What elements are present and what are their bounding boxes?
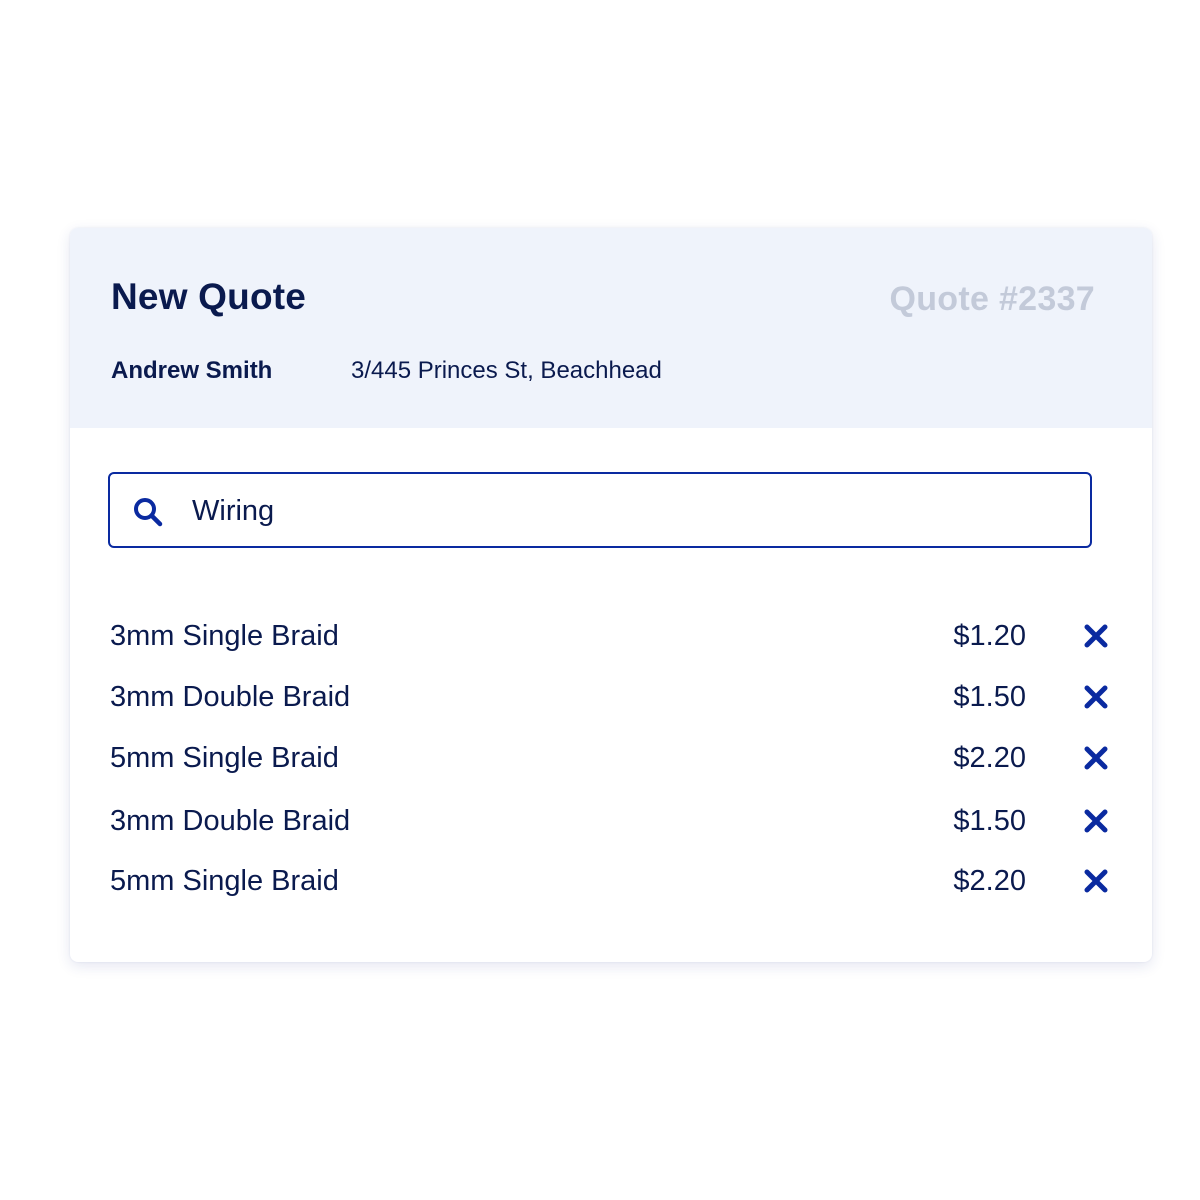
item-name: 3mm Double Braid bbox=[110, 805, 351, 837]
item-price: $1.50 bbox=[953, 681, 1026, 713]
list-item: 5mm Single Braid $2.20 bbox=[110, 861, 1112, 901]
close-icon bbox=[1084, 685, 1108, 709]
list-item: 5mm Single Braid $2.20 bbox=[110, 738, 1112, 778]
search-box[interactable] bbox=[108, 472, 1092, 548]
item-name: 3mm Double Braid bbox=[110, 681, 351, 713]
item-price: $2.20 bbox=[953, 865, 1026, 897]
remove-item-button[interactable] bbox=[1080, 620, 1112, 652]
customer-address: 3/445 Princes St, Beachhead bbox=[351, 357, 662, 384]
quote-number: Quote #2337 bbox=[889, 280, 1095, 318]
page-title: New Quote bbox=[111, 276, 307, 317]
list-item: 3mm Single Braid $1.20 bbox=[110, 616, 1112, 656]
search-input[interactable] bbox=[192, 488, 1072, 534]
item-name: 3mm Single Braid bbox=[110, 620, 339, 652]
close-icon bbox=[1084, 624, 1108, 648]
quote-card: New Quote Quote #2337 Andrew Smith 3/445… bbox=[70, 228, 1152, 962]
item-name: 5mm Single Braid bbox=[110, 865, 339, 897]
customer-name: Andrew Smith bbox=[111, 357, 273, 384]
item-price: $1.50 bbox=[953, 805, 1026, 837]
item-price: $2.20 bbox=[953, 742, 1026, 774]
search-icon bbox=[132, 496, 164, 528]
remove-item-button[interactable] bbox=[1080, 805, 1112, 837]
list-item: 3mm Double Braid $1.50 bbox=[110, 801, 1112, 841]
close-icon bbox=[1084, 869, 1108, 893]
item-name: 5mm Single Braid bbox=[110, 742, 339, 774]
close-icon bbox=[1084, 809, 1108, 833]
remove-item-button[interactable] bbox=[1080, 681, 1112, 713]
quote-header: New Quote Quote #2337 Andrew Smith 3/445… bbox=[70, 228, 1152, 428]
close-icon bbox=[1084, 746, 1108, 770]
remove-item-button[interactable] bbox=[1080, 865, 1112, 897]
item-price: $1.20 bbox=[953, 620, 1026, 652]
remove-item-button[interactable] bbox=[1080, 742, 1112, 774]
list-item: 3mm Double Braid $1.50 bbox=[110, 677, 1112, 717]
